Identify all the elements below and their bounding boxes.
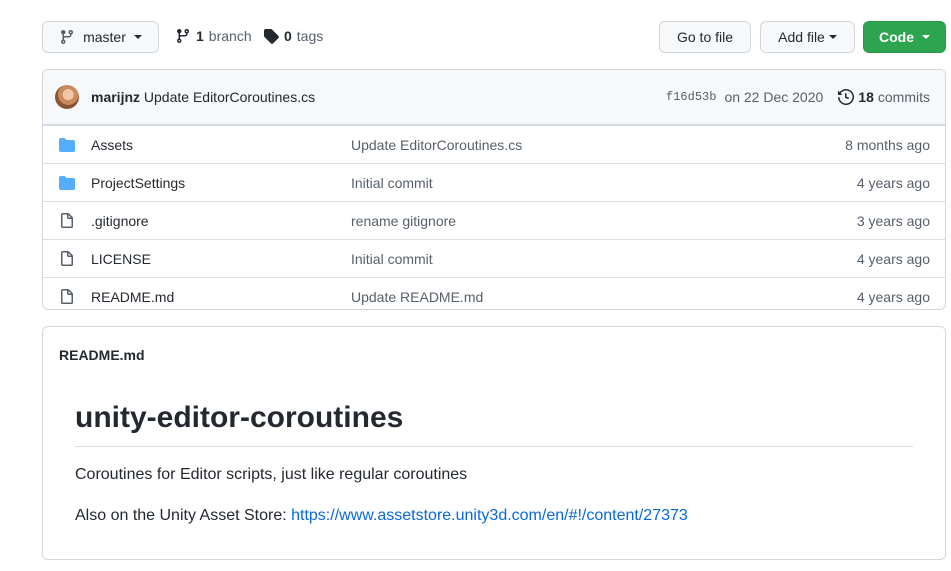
file-age: 8 months ago [845,137,930,153]
commit-author-link[interactable]: marijnz [91,89,140,105]
readme-panel: README.md unity-editor-coroutines Corout… [42,326,946,560]
tags-link[interactable]: 0 tags [263,28,323,44]
commits-label: commits [877,89,930,105]
avatar[interactable] [55,85,79,109]
tag-label: tags [296,28,324,44]
chevron-down-icon [828,35,837,39]
readme-filename: README.md [59,347,145,363]
file-commit-message-link[interactable]: rename gitignore [351,213,456,229]
tag-icon [264,29,279,44]
file-row-assets: Assets Update EditorCoroutines.cs 8 mont… [43,125,945,163]
file-commit-message-link[interactable]: Update EditorCoroutines.cs [351,137,522,153]
branch-selector-button[interactable]: master [42,21,159,53]
branch-count: 1 [196,28,204,44]
asset-store-link[interactable]: https://www.assetstore.unity3d.com/en/#!… [291,507,688,524]
code-button[interactable]: Code [863,21,946,53]
tag-count: 0 [284,28,292,44]
git-branch-icon [61,30,74,45]
file-age: 4 years ago [856,289,930,305]
add-file-button[interactable]: Add file [760,21,855,53]
file-name-link[interactable]: README.md [91,289,174,305]
folder-icon [59,175,75,194]
file-commit-message-link[interactable]: Update README.md [351,289,483,305]
code-label: Code [879,29,914,45]
git-branch-icon [176,29,189,44]
commit-date: on 22 Dec 2020 [724,89,824,105]
chevron-down-icon [133,35,142,39]
file-row-projectsettings: ProjectSettings Initial commit 4 years a… [43,163,945,201]
file-row-license: LICENSE Initial commit 4 years ago [43,239,945,277]
commit-message-link[interactable]: Update EditorCoroutines.cs [144,89,315,105]
readme-description: Coroutines for Editor scripts, just like… [75,466,468,483]
file-name-link[interactable]: .gitignore [91,213,149,229]
file-commit-message-link[interactable]: Initial commit [351,251,433,267]
file-browser: marijnz Update EditorCoroutines.cs f16d5… [42,69,946,310]
file-icon [59,251,75,270]
branches-link[interactable]: 1 branch [175,28,252,44]
file-row-gitignore: .gitignore rename gitignore 3 years ago [43,201,945,239]
file-row-readme: README.md Update README.md 4 years ago [43,277,945,309]
commits-count: 18 [858,89,874,105]
go-to-file-label: Go to file [676,29,734,45]
file-commit-message-link[interactable]: Initial commit [351,175,433,191]
go-to-file-button[interactable]: Go to file [659,21,751,53]
readme-title: unity-editor-coroutines [75,401,913,447]
commit-sha-link[interactable]: f16d53b [666,90,716,104]
readme-store-prefix: Also on the Unity Asset Store: [75,507,292,524]
file-age: 4 years ago [856,175,930,191]
file-icon [59,213,75,232]
latest-commit-bar: marijnz Update EditorCoroutines.cs f16d5… [43,70,945,125]
file-age: 4 years ago [856,251,930,267]
file-name-link[interactable]: Assets [91,137,133,153]
readme-store-line: Also on the Unity Asset Store: https://w… [75,507,688,525]
file-age: 3 years ago [856,213,930,229]
add-file-label: Add file [778,29,825,45]
history-icon [838,89,855,105]
branch-selector-label: master [83,29,126,45]
chevron-down-icon [922,35,930,39]
commits-history-link[interactable]: 18 commits [838,89,930,105]
folder-icon [59,137,75,156]
file-name-link[interactable]: ProjectSettings [91,175,185,191]
file-name-link[interactable]: LICENSE [91,251,151,267]
branch-label: branch [208,28,252,44]
file-icon [59,289,75,308]
